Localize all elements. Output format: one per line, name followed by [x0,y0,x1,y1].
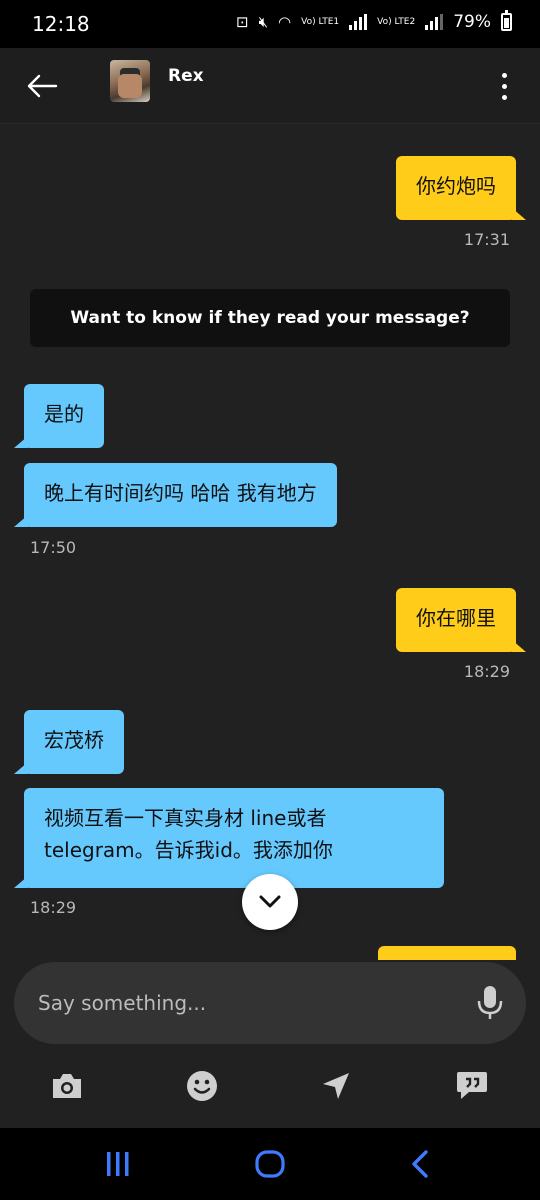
location-icon [323,1073,349,1099]
message-text: 是的 [44,402,84,426]
message-text: 你在哪里 [416,606,496,630]
contact-avatar[interactable] [110,60,150,102]
back-nav-button[interactable] [390,1146,450,1182]
share-location-button[interactable] [316,1066,356,1106]
read-receipt-upsell-banner[interactable]: Want to know if they read your message? [30,289,510,347]
status-time: 12:18 [32,12,90,36]
mute-icon: 🔇︎ [258,13,269,31]
recent-apps-icon [107,1152,129,1176]
message-bubble-sent[interactable]: 你约炮吗 [396,156,526,220]
message-text: 宏茂桥 [44,728,104,752]
battery-icon [501,10,512,31]
message-composer [14,962,526,1044]
system-navigation-bar [0,1128,540,1200]
more-options-button[interactable] [492,66,516,106]
recent-apps-button[interactable] [88,1146,148,1182]
message-input[interactable] [38,982,458,1024]
home-button[interactable] [240,1146,300,1182]
status-icons: ⊡ 🔇︎ ◠ Vo) LTE1 Vo) LTE2 79% [236,10,512,32]
back-chevron-icon [412,1150,428,1178]
message-text: 晚上有时间约吗 哈哈 我有地方 [44,481,317,505]
message-timestamp: 18:29 [463,662,510,681]
signal-1-icon [349,14,368,30]
status-bar: 12:18 ⊡ 🔇︎ ◠ Vo) LTE1 Vo) LTE2 79% [0,0,540,48]
message-text: 你约炮吗 [416,174,496,198]
message-timestamp: 17:50 [30,538,77,557]
back-button[interactable] [20,66,64,106]
battery-percent: 79% [453,12,491,32]
message-bubble-received[interactable]: 宏茂桥 [14,710,124,774]
message-bubble-sent[interactable]: 你在哪里 [396,588,526,652]
dot [501,72,507,78]
message-timestamp: 17:31 [463,230,510,249]
message-timestamp: 18:29 [30,898,77,917]
smiley-icon [187,1071,217,1101]
message-bubble-sent-partial[interactable] [378,946,516,960]
read-receipt-prompt-text: Want to know if they read your message? [70,308,470,328]
message-bubble-received[interactable]: 晚上有时间约吗 哈哈 我有地方 [14,463,337,527]
notification-icon: ⊡ [236,13,249,31]
signal-2-icon [425,14,444,30]
arrow-left-icon [27,74,58,98]
home-icon [255,1150,285,1178]
lte1-label: Vo) LTE1 [301,16,340,27]
scroll-to-bottom-button[interactable] [242,874,298,930]
chevron-down-icon [259,895,281,908]
dot [501,94,507,100]
emoji-button[interactable] [182,1066,222,1106]
voice-message-button[interactable] [476,984,504,1022]
dot [501,83,507,89]
chat-header: Rex [0,48,540,124]
chat-toolbar [0,1044,540,1128]
microphone-icon [477,986,503,1019]
saved-phrases-button[interactable] [452,1066,492,1106]
message-list[interactable]: 你约炮吗 17:31 Want to know if they read you… [0,124,540,960]
camera-button[interactable] [47,1066,87,1106]
contact-name[interactable]: Rex [168,66,204,86]
lte2-label: Vo) LTE2 [377,16,416,27]
camera-icon [53,1074,81,1098]
saved-phrases-icon [457,1072,487,1099]
message-text-line: 视频互看一下真实身材 line或者 [44,806,327,830]
message-text-line: telegram。告诉我id。我添加你 [44,838,333,862]
message-bubble-received[interactable]: 视频互看一下真实身材 line或者 telegram。告诉我id。我添加你 [14,788,444,888]
wifi-icon: ◠ [278,13,292,31]
message-bubble-received[interactable]: 是的 [14,384,104,448]
